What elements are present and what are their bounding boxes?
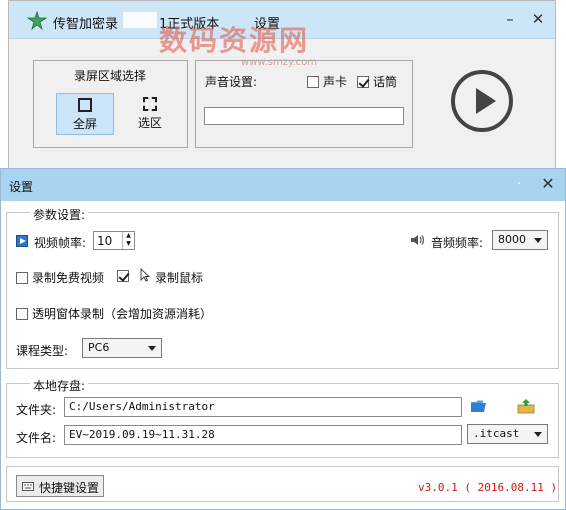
spin-up-icon[interactable]: ▲	[123, 232, 134, 240]
watermark-text: 数码资源网	[159, 24, 310, 57]
record-cursor-checkbox[interactable]	[117, 270, 129, 282]
region-select-icon	[143, 97, 157, 111]
dialog-minimize-icon[interactable]: .	[509, 173, 529, 195]
keyboard-icon	[22, 482, 34, 491]
course-type-label: 课程类型:	[16, 344, 69, 358]
close-icon[interactable]: ✕	[525, 7, 551, 31]
chevron-down-icon	[534, 432, 542, 437]
free-video-label: 录制免费视频	[32, 271, 105, 285]
transparent-option[interactable]: 透明窗体录制（会增加资源消耗）	[16, 305, 212, 322]
chevron-down-icon	[534, 238, 542, 243]
free-video-checkbox[interactable]	[16, 272, 28, 284]
course-type-select[interactable]: PC6	[82, 338, 162, 358]
shortcut-settings-button[interactable]: 快捷键设置	[16, 475, 104, 497]
app-title: 传智加密录	[53, 17, 119, 32]
fps-spinbox[interactable]: 10 ▲ ▼	[93, 231, 135, 250]
folder-path-value: C:/Users/Administrator	[69, 400, 215, 413]
sound-card-checkbox[interactable]	[307, 76, 319, 88]
free-video-option[interactable]: 录制免费视频	[16, 269, 104, 286]
dialog-close-icon[interactable]: ✕	[537, 172, 559, 196]
region-select-label: 选区	[137, 116, 162, 130]
storage-group	[6, 383, 559, 458]
params-group-title: 参数设置:	[30, 206, 89, 223]
sound-level-field	[204, 107, 404, 125]
record-cursor-label: 录制鼠标	[155, 271, 204, 285]
open-folder-upload-icon[interactable]	[517, 398, 535, 414]
transparent-label: 透明窗体录制（会增加资源消耗）	[32, 307, 213, 321]
app-logo-icon	[27, 11, 47, 31]
chevron-down-icon	[148, 346, 156, 351]
start-record-play-icon[interactable]	[451, 70, 513, 132]
area-group-title: 录屏区域选择	[72, 67, 149, 84]
record-cursor-checkbox-wrap[interactable]	[117, 269, 133, 283]
course-type-value: PC6	[88, 341, 110, 354]
fullscreen-label: 全屏	[72, 117, 97, 131]
fps-spin-arrows[interactable]: ▲ ▼	[122, 232, 134, 249]
speaker-icon	[411, 235, 425, 245]
extension-value: .itcast	[473, 427, 520, 440]
sound-card-option[interactable]: 声卡	[307, 73, 347, 90]
redaction-block	[123, 12, 157, 28]
transparent-checkbox[interactable]	[16, 308, 28, 320]
mic-checkbox[interactable]	[357, 76, 369, 88]
minimize-icon[interactable]: –	[497, 7, 523, 31]
mic-option[interactable]: 话筒	[357, 73, 397, 90]
spin-down-icon[interactable]: ▼	[123, 240, 134, 248]
mouse-cursor-icon	[140, 268, 150, 282]
folder-open-icon[interactable]	[470, 398, 488, 414]
filename-label: 文件名:	[16, 431, 57, 445]
sound-card-label: 声卡	[323, 75, 348, 89]
storage-group-title: 本地存盘:	[30, 377, 89, 394]
audio-rate-select[interactable]: 8000	[492, 230, 548, 250]
filename-value: EV~2019.09.19~11.31.28	[69, 428, 215, 441]
fps-value: 10	[97, 234, 113, 248]
mic-label: 话筒	[373, 75, 398, 89]
shortcut-settings-label: 快捷键设置	[39, 481, 100, 495]
settings-dialog-title: 设置	[9, 180, 34, 194]
fps-label: 视频帧率:	[34, 236, 87, 250]
filename-input[interactable]: EV~2019.09.19~11.31.28	[64, 425, 462, 445]
video-play-icon	[16, 235, 28, 247]
extension-select[interactable]: .itcast	[467, 424, 548, 444]
settings-title-bar: 设置 . ✕	[1, 169, 565, 201]
fullscreen-icon	[78, 98, 92, 112]
folder-path-input[interactable]: C:/Users/Administrator	[64, 397, 462, 417]
folder-label: 文件夹:	[16, 403, 57, 417]
region-select-button[interactable]: 选区	[121, 93, 179, 135]
audio-rate-label: 音频频率:	[431, 236, 484, 250]
audio-rate-value: 8000	[498, 233, 526, 246]
version-text: v3.0.1 ( 2016.08.11 )	[418, 481, 558, 494]
sound-settings-label: 声音设置:	[205, 75, 258, 89]
fullscreen-button[interactable]: 全屏	[56, 93, 114, 135]
